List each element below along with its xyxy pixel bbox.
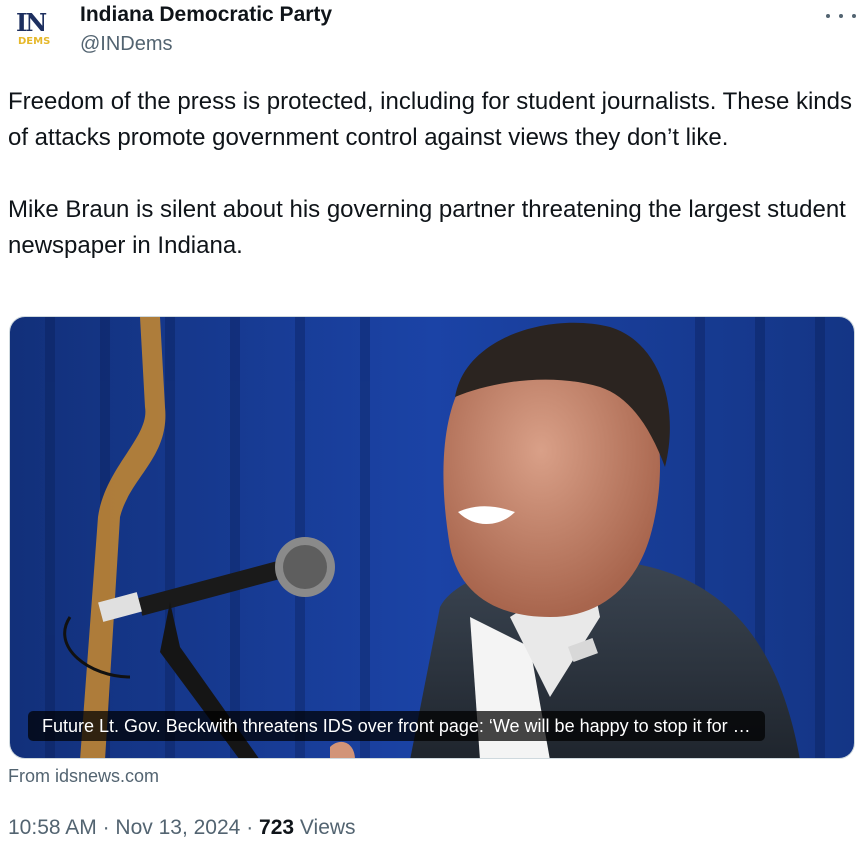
tweet-time[interactable]: 10:58 AM [8, 816, 97, 839]
tweet-header: IN DEMS Indiana Democratic Party @INDems [0, 0, 866, 64]
meta-separator: · [246, 816, 260, 839]
link-card-caption[interactable]: Future Lt. Gov. Beckwith threatens IDS o… [28, 711, 765, 741]
avatar[interactable]: IN DEMS [12, 8, 64, 56]
link-card[interactable]: Future Lt. Gov. Beckwith threatens IDS o… [9, 316, 855, 759]
author-handle[interactable]: @INDems [80, 33, 173, 56]
link-source[interactable]: From idsnews.com [8, 766, 159, 787]
more-horizontal-icon[interactable] [826, 8, 856, 24]
tweet-meta: 10:58 AM · Nov 13, 2024 · 723 Views [8, 816, 356, 840]
avatar-logo-text: IN [16, 8, 47, 37]
avatar-logo-subtext: DEMS [18, 36, 51, 47]
link-card-image [10, 317, 854, 758]
views-count: 723 [259, 816, 295, 839]
meta-separator: · [102, 816, 116, 839]
tweet-date[interactable]: Nov 13, 2024 [115, 816, 240, 839]
author-name[interactable]: Indiana Democratic Party [80, 3, 332, 27]
views-label: Views [299, 816, 356, 839]
tweet-text: Freedom of the press is protected, inclu… [8, 88, 852, 259]
